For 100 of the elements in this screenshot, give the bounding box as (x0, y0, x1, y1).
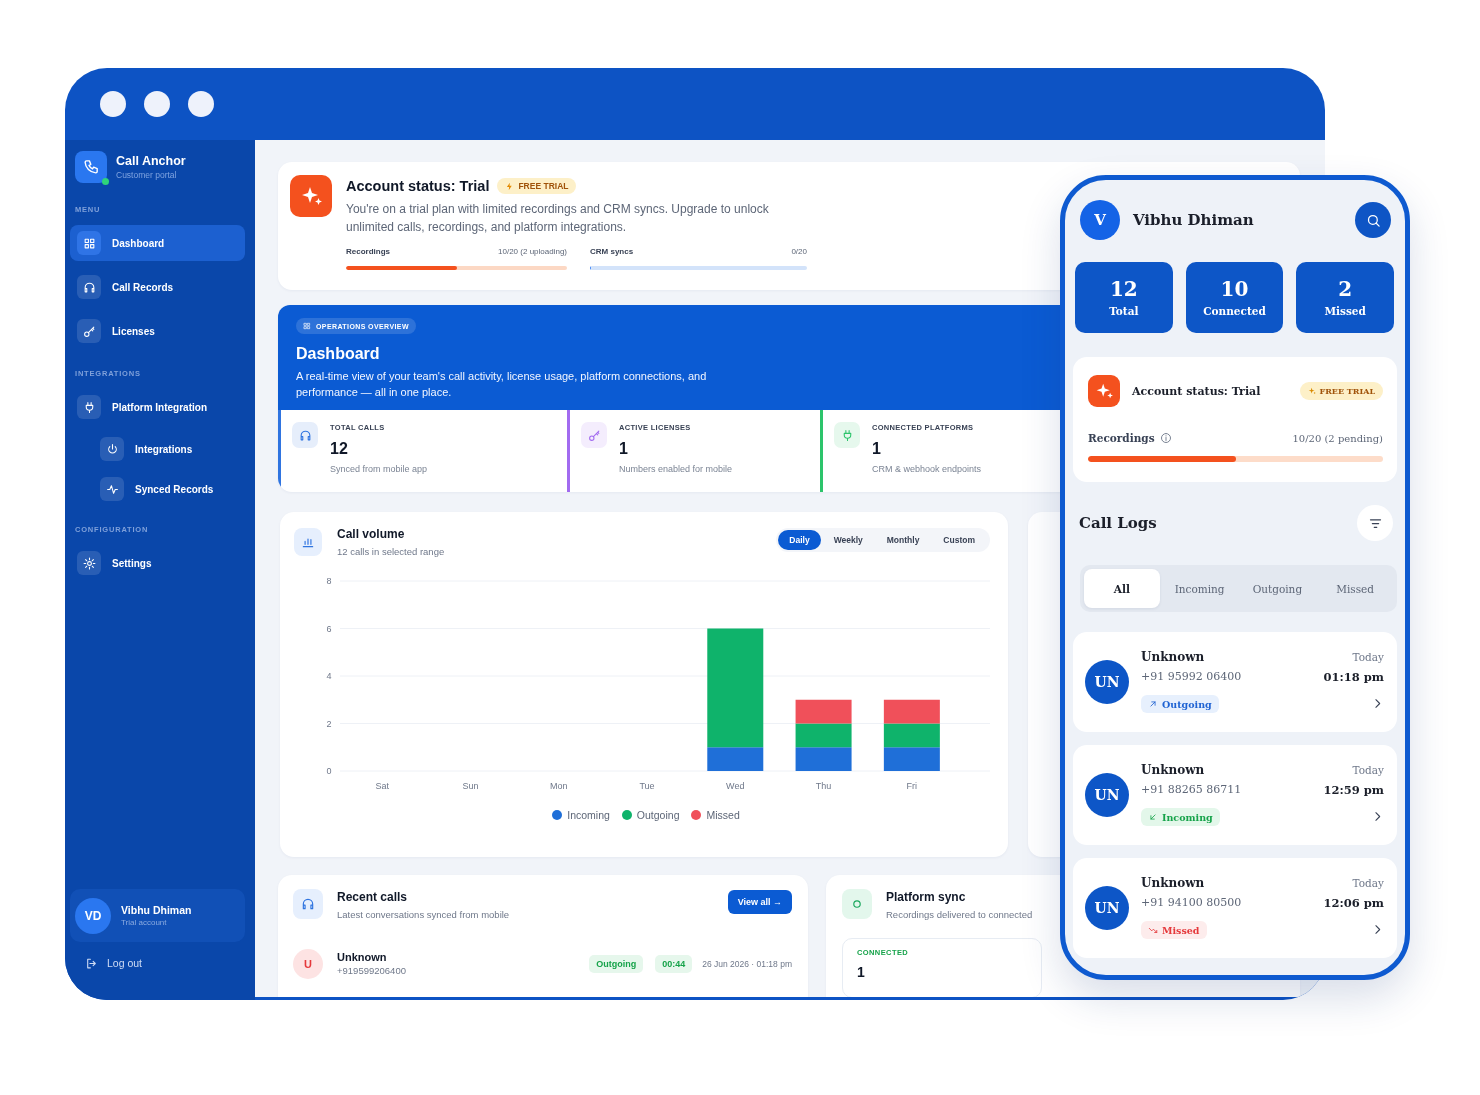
chart-bar (795, 699, 852, 724)
info-icon (1159, 432, 1172, 444)
filter-tab[interactable]: Missed (1317, 569, 1393, 608)
search-icon (1365, 212, 1381, 228)
avatar: UN (1085, 660, 1129, 704)
trial-label: FREE TRIAL (518, 181, 569, 191)
meter-label: Recordings (1088, 432, 1155, 444)
range-tab[interactable]: Monthly (875, 530, 931, 550)
meter-label: CRM syncs (590, 246, 634, 258)
caller-name: Unknown (1141, 649, 1206, 666)
brand-subtitle: Customer portal (116, 169, 178, 181)
meter-label: Recordings (346, 246, 390, 258)
caller-name: Unknown (1141, 762, 1206, 779)
meter-reading: 10/20 (2 pending) (1292, 432, 1383, 444)
nav-item[interactable]: Dashboard (70, 225, 245, 261)
range-tab[interactable]: Weekly (822, 530, 874, 550)
stat-label: Missed (1324, 303, 1366, 319)
nav-item[interactable]: Settings (70, 545, 245, 581)
chart-bar (795, 723, 852, 748)
arrow-up-right-icon (1148, 699, 1158, 709)
page-description: A real-time view of your team's call activity, license usage, platform connections, and performance — all in one place. (296, 369, 708, 400)
filter-button[interactable] (1357, 505, 1393, 541)
range-tab[interactable]: Custom (932, 530, 986, 550)
caller-number: +919599206400 (337, 964, 406, 978)
nav-item[interactable]: Call Records (70, 269, 245, 305)
sparkle-icon (290, 175, 332, 217)
call-day: Today (1352, 761, 1384, 779)
stat-value: 12 (330, 439, 349, 459)
card-title: Recent calls (337, 889, 409, 905)
caller-number: +91 88265 86711 (1141, 782, 1242, 798)
call-direction: Outgoing (589, 955, 644, 973)
zigzag-arrow-icon (1148, 925, 1158, 935)
call-log-item[interactable]: UN Unknown +91 94100 80500 Missed Today 12:06 pm (1073, 858, 1397, 958)
card-subtitle: Recordings delivered to connected (886, 908, 1033, 922)
stat-note: CRM & webhook endpoints (872, 463, 982, 475)
call-time: 26 Jun 2026 · 01:18 pm (702, 959, 792, 969)
axis-label: Tue (639, 781, 655, 791)
key-icon (581, 422, 607, 448)
nav-subitem[interactable]: Integrations (70, 433, 245, 465)
call-log-item[interactable]: UN Unknown +91 88265 86711 Incoming Today 12:59 pm (1073, 745, 1397, 845)
key-icon (77, 319, 101, 343)
headset-icon (77, 275, 101, 299)
call-day: Today (1352, 874, 1384, 892)
axis-label: Wed (726, 781, 745, 791)
section-title: Call Logs (1079, 514, 1157, 532)
nav-item[interactable]: Platform Integration (70, 389, 245, 425)
card-title: Platform sync (886, 889, 967, 905)
axis-label: 8 (326, 576, 332, 586)
stat-note: Numbers enabled for mobile (619, 463, 733, 475)
stat-value: 1 (872, 439, 882, 459)
window-dot-icon (144, 91, 170, 117)
logout-link[interactable]: Log out (85, 953, 245, 973)
card-subtitle: Latest conversations synced from mobile (337, 908, 510, 922)
stat-label: Total (1109, 303, 1139, 319)
axis-label: Sat (375, 781, 389, 791)
nav-subitem[interactable]: Synced Records (70, 473, 245, 505)
meter-reading: 10/20 (2 uploading) (498, 246, 567, 258)
meter-reading: 0/20 (791, 246, 807, 258)
window-dot-icon (100, 91, 126, 117)
page-title: Dashboard (296, 344, 381, 364)
filter-tab[interactable]: All (1084, 569, 1160, 608)
call-direction: Incoming (1162, 811, 1213, 823)
caller-number: +91 95992 06400 (1141, 669, 1242, 685)
filter-tab[interactable]: Incoming (1161, 569, 1238, 608)
axis-label: Sun (462, 781, 479, 791)
axis-label: 4 (326, 671, 332, 681)
nav-item[interactable]: Licenses (70, 313, 245, 349)
sync-stat-value: 1 (857, 963, 866, 981)
axis-label: Mon (549, 781, 568, 791)
range-tab[interactable]: Daily (778, 530, 821, 550)
avatar: VD (75, 897, 111, 934)
headset-icon (292, 422, 318, 448)
axis-label: Thu (815, 781, 832, 791)
arrow-down-left-icon (1148, 812, 1158, 822)
filter-tab[interactable]: Outgoing (1239, 569, 1316, 608)
call-time: 12:59 pm (1323, 782, 1384, 799)
call-time: 01:18 pm (1323, 669, 1384, 686)
power-icon (100, 437, 124, 461)
user-name: Vibhu Dhiman (121, 902, 192, 917)
sparkle-icon (1307, 387, 1316, 395)
call-duration: 00:44 (655, 955, 693, 973)
account-status-title: Account status: Trial (1132, 384, 1261, 398)
gear-icon (77, 551, 101, 575)
view-all-button[interactable]: View all → (727, 890, 792, 914)
stat-value: 1 (619, 439, 629, 459)
axis-label: Fri (906, 781, 918, 791)
stat-note: Synced from mobile app (330, 463, 428, 475)
call-log-item[interactable]: UN Unknown +91 95992 06400 Outgoing Today 01:18 pm (1073, 632, 1397, 732)
avatar: UN (1085, 886, 1129, 930)
headset-icon (293, 889, 323, 919)
ring-icon (842, 889, 872, 919)
account-description: You're on a trial plan with limited recordings and CRM syncs. Upgrade to unlock unlimited calls, recordings, and platform integrations. (346, 201, 770, 236)
axis-label: 2 (326, 718, 332, 729)
brand-name: Call Anchor (116, 154, 186, 169)
trial-label: FREE TRIAL (1319, 386, 1375, 396)
sparkle-icon (1088, 375, 1120, 407)
call-day: Today (1352, 648, 1384, 666)
chart-bar (795, 747, 852, 771)
caller-name: Unknown (1141, 875, 1206, 892)
search-button[interactable] (1355, 202, 1391, 238)
